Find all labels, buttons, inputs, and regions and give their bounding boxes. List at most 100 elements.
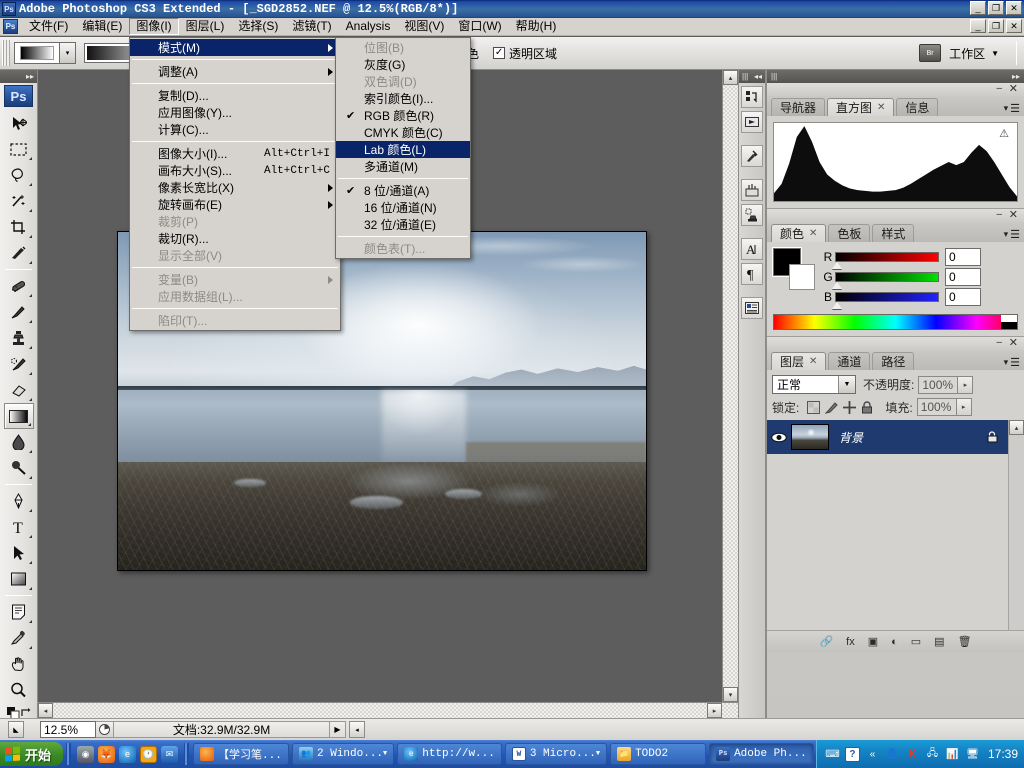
menu-item-cmyk-color[interactable]: CMYK 颜色(C) <box>336 124 470 141</box>
task-button-0[interactable]: 【学习笔... <box>193 743 290 765</box>
move-tool[interactable] <box>4 110 34 136</box>
task-button-2[interactable]: e http://w... <box>397 743 502 765</box>
brushes-icon[interactable] <box>741 179 763 201</box>
chart-icon[interactable]: 📊 <box>945 747 960 762</box>
task-button-3[interactable]: W 3 Micro... ▼ <box>504 743 608 765</box>
gradient-preset-dropdown[interactable]: ▾ <box>60 42 76 64</box>
bridge-button[interactable]: Br <box>919 44 949 62</box>
eraser-tool[interactable] <box>4 377 34 403</box>
red-value-input[interactable]: 0 <box>945 248 981 266</box>
outlook-icon[interactable]: ✉ <box>161 745 179 763</box>
new-group-icon[interactable]: ▭ <box>911 635 921 648</box>
menu-item-image-size[interactable]: 图像大小(I)... Alt+Ctrl+I <box>130 145 340 162</box>
menu-item-indexed-color[interactable]: 索引颜色(I)... <box>336 90 470 107</box>
canvas-vertical-scrollbar[interactable]: ▴ ▾ <box>722 70 738 702</box>
history-icon[interactable] <box>741 86 763 108</box>
blur-tool[interactable] <box>4 429 34 455</box>
scroll-down-button[interactable]: ▾ <box>723 687 738 702</box>
layer-mask-icon[interactable]: ▣ <box>868 635 878 648</box>
doc-restore-button[interactable]: ❐ <box>988 19 1004 33</box>
brush-tool[interactable] <box>4 299 34 325</box>
chevron-down-icon[interactable]: ▼ <box>383 750 387 758</box>
panel-menu-button[interactable]: ▾ ☰ <box>1004 228 1020 241</box>
window-resize-grip[interactable]: ◣ <box>8 721 24 738</box>
canvas-horizontal-scrollbar[interactable]: ◂ ▸ <box>38 702 738 718</box>
delete-layer-icon[interactable]: 🗑 <box>958 635 972 648</box>
panel-minimize-icon[interactable]: – <box>996 338 1002 348</box>
menu-item-pixel-aspect-ratio[interactable]: 像素长宽比(X) <box>130 179 340 196</box>
clock-icon[interactable]: 🕐 <box>140 745 158 763</box>
monitor-icon[interactable]: 🖥 <box>965 747 980 762</box>
menu-image[interactable]: 图像(I) <box>129 18 179 35</box>
opacity-stepper-arrow[interactable]: ▸ <box>958 375 974 394</box>
green-slider[interactable] <box>832 272 939 289</box>
menu-item-trim[interactable]: 裁切(R)... <box>130 230 340 247</box>
start-button[interactable]: 开始 <box>0 742 64 766</box>
expand-icon[interactable]: « <box>865 747 880 762</box>
tab-swatches[interactable]: 色板 <box>828 224 871 242</box>
menu-item-duplicate[interactable]: 复制(D)... <box>130 87 340 104</box>
task-button-5[interactable]: Ps Adobe Ph... <box>709 743 814 765</box>
close-button[interactable]: ✕ <box>1006 1 1022 15</box>
scroll-left-button[interactable]: ◂ <box>38 703 53 718</box>
tab-channels[interactable]: 通道 <box>828 352 871 370</box>
chevron-down-icon[interactable]: ▼ <box>838 376 855 393</box>
panel-minimize-icon[interactable]: – <box>996 210 1002 220</box>
menu-item-adjustments[interactable]: 调整(A) <box>130 63 340 80</box>
menu-item-8-bits-channel[interactable]: ✔ 8 位/通道(A) <box>336 182 470 199</box>
tool-presets-icon[interactable] <box>741 145 763 167</box>
task-button-1[interactable]: 👥 2 Windo... ▼ <box>292 743 395 765</box>
toolbox-collapse-handle[interactable]: ▸▸ <box>0 70 37 83</box>
network-icon[interactable]: 🖧 <box>925 747 940 762</box>
options-bar-grip[interactable] <box>2 40 10 66</box>
lock-image-icon[interactable] <box>825 401 839 414</box>
clone-stamp-tool[interactable] <box>4 325 34 351</box>
menu-item-16-bits-channel[interactable]: 16 位/通道(N) <box>336 199 470 216</box>
lock-all-icon[interactable] <box>861 400 873 414</box>
menu-item-grayscale[interactable]: 灰度(G) <box>336 56 470 73</box>
new-layer-icon[interactable]: ▤ <box>934 635 944 648</box>
tab-info[interactable]: 信息 <box>896 98 939 116</box>
shape-tool[interactable] <box>4 566 34 592</box>
menu-analysis[interactable]: Analysis <box>339 18 398 35</box>
kaspersky-icon[interactable]: K <box>905 747 920 762</box>
workspace-button[interactable]: 工作区 ▼ <box>949 45 999 62</box>
lock-position-icon[interactable] <box>843 400 857 414</box>
menu-item-canvas-size[interactable]: 画布大小(S)... Alt+Ctrl+C <box>130 162 340 179</box>
character-icon[interactable]: A <box>741 238 763 260</box>
tab-navigator[interactable]: 导航器 <box>771 98 826 116</box>
tab-color[interactable]: 颜色 ✕ <box>771 224 827 242</box>
menu-help[interactable]: 帮助(H) <box>509 18 564 35</box>
link-layers-icon[interactable]: 🔗 <box>819 635 833 648</box>
history-brush-tool[interactable] <box>4 351 34 377</box>
menu-item-calculations[interactable]: 计算(C)... <box>130 121 340 138</box>
paragraph-icon[interactable]: ¶ <box>741 263 763 285</box>
status-menu-arrow[interactable]: ▶ <box>330 721 346 738</box>
green-slider-thumb[interactable] <box>832 282 842 289</box>
red-slider-thumb[interactable] <box>832 262 842 269</box>
minimize-button[interactable]: _ <box>970 1 986 15</box>
internet-explorer-icon[interactable]: e <box>119 745 137 763</box>
notes-tool[interactable] <box>4 599 34 625</box>
eyedropper-tool[interactable] <box>4 625 34 651</box>
red-slider[interactable] <box>832 252 939 269</box>
doc-minimize-button[interactable]: _ <box>970 19 986 33</box>
menu-item-32-bits-channel[interactable]: 32 位/通道(E) <box>336 216 470 233</box>
restore-button[interactable]: ❐ <box>988 1 1004 15</box>
menu-item-lab-color[interactable]: Lab 颜色(L) <box>336 141 470 158</box>
tab-paths[interactable]: 路径 <box>872 352 915 370</box>
opacity-value[interactable]: 100% <box>918 375 959 394</box>
menu-file[interactable]: 文件(F) <box>22 18 75 35</box>
blue-slider[interactable] <box>832 292 939 309</box>
healing-brush-tool[interactable] <box>4 273 34 299</box>
background-color-swatch[interactable] <box>789 264 815 290</box>
panel-close-icon[interactable]: ✕ <box>1009 337 1018 349</box>
zoom-level-input[interactable]: 12.5% <box>40 721 96 738</box>
doc-close-button[interactable]: ✕ <box>1006 19 1022 33</box>
tab-layers[interactable]: 图层 ✕ <box>771 352 827 370</box>
media-player-icon[interactable]: ◉ <box>77 745 95 763</box>
chevron-down-icon[interactable]: ▼ <box>596 750 600 758</box>
keyboard-layout-icon[interactable]: ⌨ <box>825 747 840 762</box>
scroll-up-button[interactable]: ▴ <box>1009 420 1024 435</box>
menu-item-multichannel[interactable]: 多通道(M) <box>336 158 470 175</box>
